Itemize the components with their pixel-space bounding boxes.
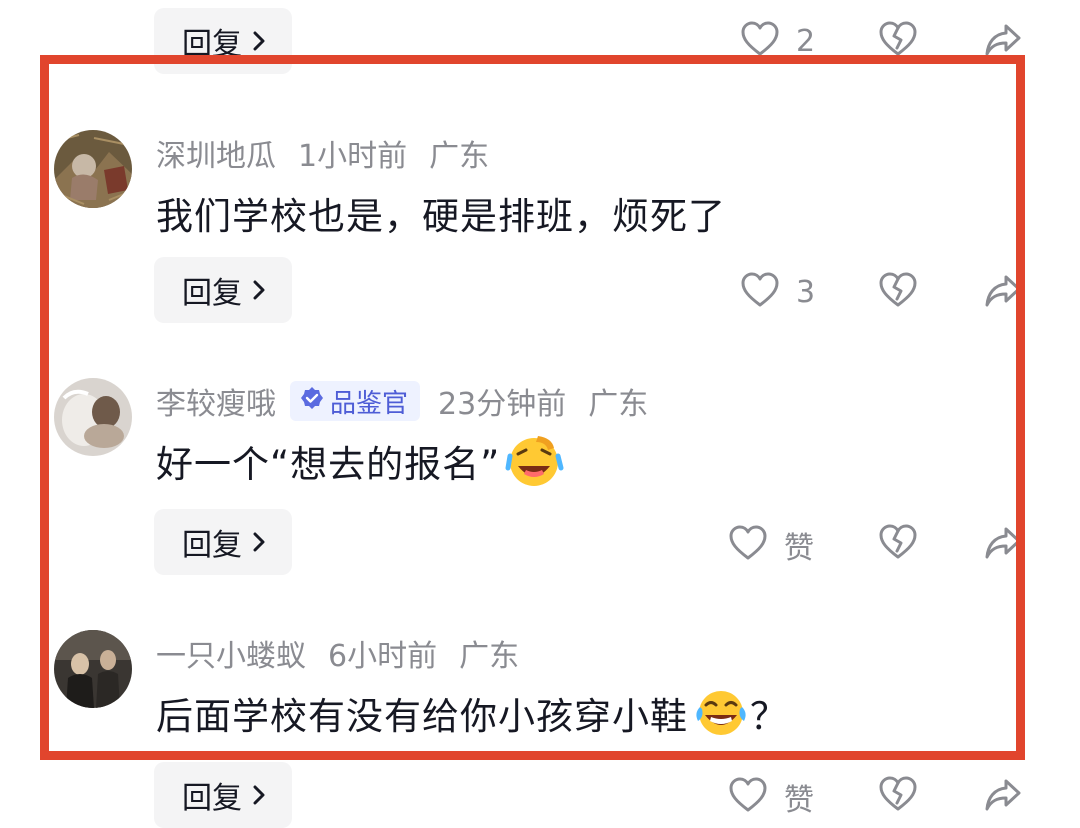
share-icon xyxy=(984,22,1022,62)
reply-label: 回复 xyxy=(182,27,242,62)
share-button[interactable] xyxy=(984,525,1022,565)
timestamp: 6小时前 xyxy=(328,639,438,674)
heart-icon xyxy=(728,524,768,566)
reply-label: 回复 xyxy=(182,276,242,311)
broken-heart-icon xyxy=(878,523,918,565)
username[interactable]: 一只小蝼蚁 xyxy=(156,631,306,675)
heart-icon xyxy=(728,776,768,818)
comment-text: 后面学校有没有给你小孩穿小鞋 ？ xyxy=(156,686,788,740)
share-icon xyxy=(984,525,1022,565)
location: 广东 xyxy=(459,639,520,674)
username[interactable]: 李较瘦哦 xyxy=(156,379,276,423)
comment-body: 好一个“想去的报名” xyxy=(156,443,501,486)
like-button[interactable]: 2 xyxy=(740,20,815,62)
timestamp: 1小时前 xyxy=(298,139,408,174)
verified-badge-icon xyxy=(300,386,330,417)
username[interactable]: 深圳地瓜 xyxy=(156,131,276,175)
like-count: 3 xyxy=(796,274,816,310)
location: 广东 xyxy=(588,387,649,422)
broken-heart-icon xyxy=(878,775,918,817)
dislike-button[interactable] xyxy=(878,523,918,565)
comment-text: 好一个“想去的报名” xyxy=(156,434,564,488)
chevron-right-icon xyxy=(252,531,266,553)
share-button[interactable] xyxy=(984,22,1022,62)
reply-button[interactable]: 回复 xyxy=(154,8,292,74)
chevron-right-icon xyxy=(252,279,266,301)
tears-of-joy-emoji xyxy=(692,687,750,739)
broken-heart-icon xyxy=(878,20,918,62)
reply-button[interactable]: 回复 xyxy=(154,762,292,828)
reply-button[interactable]: 回复 xyxy=(154,509,292,575)
comment-meta: 一只小蝼蚁 6小时前 广东 xyxy=(156,631,520,675)
reply-label: 回复 xyxy=(182,781,242,816)
reply-button[interactable]: 回复 xyxy=(154,257,292,323)
like-label: 赞 xyxy=(784,783,814,818)
avatar[interactable] xyxy=(54,378,132,456)
avatar[interactable] xyxy=(54,130,132,208)
dislike-button[interactable] xyxy=(878,20,918,62)
chevron-right-icon xyxy=(252,784,266,806)
like-button[interactable]: 赞 xyxy=(728,775,814,819)
share-button[interactable] xyxy=(984,273,1022,313)
chevron-right-icon xyxy=(252,30,266,52)
like-button[interactable]: 赞 xyxy=(728,523,814,567)
comment-body: 我们学校也是，硬是排班，烦死了 xyxy=(156,195,726,238)
share-icon xyxy=(984,273,1022,313)
laughing-emoji xyxy=(504,434,564,488)
comment-meta: 深圳地瓜 1小时前 广东 xyxy=(156,131,490,175)
dislike-button[interactable] xyxy=(878,271,918,313)
like-label: 赞 xyxy=(784,531,814,566)
share-button[interactable] xyxy=(984,777,1022,817)
reply-label: 回复 xyxy=(182,528,242,563)
verified-badge: 品鉴官 xyxy=(290,381,421,421)
comment-suffix: ？ xyxy=(750,695,788,738)
comment-body: 后面学校有没有给你小孩穿小鞋 xyxy=(156,695,688,738)
share-icon xyxy=(984,777,1022,817)
like-count: 2 xyxy=(796,23,816,59)
like-button[interactable]: 3 xyxy=(740,271,815,313)
avatar[interactable] xyxy=(54,630,132,708)
broken-heart-icon xyxy=(878,271,918,313)
heart-icon xyxy=(740,20,780,62)
badge-label: 品鉴官 xyxy=(330,388,409,419)
dislike-button[interactable] xyxy=(878,775,918,817)
timestamp: 23分钟前 xyxy=(438,387,567,422)
location: 广东 xyxy=(429,139,490,174)
heart-icon xyxy=(740,271,780,313)
comment-meta: 李较瘦哦 品鉴官 23分钟前 广东 xyxy=(156,379,649,423)
comment-text: 我们学校也是，硬是排班，烦死了 xyxy=(156,186,726,240)
